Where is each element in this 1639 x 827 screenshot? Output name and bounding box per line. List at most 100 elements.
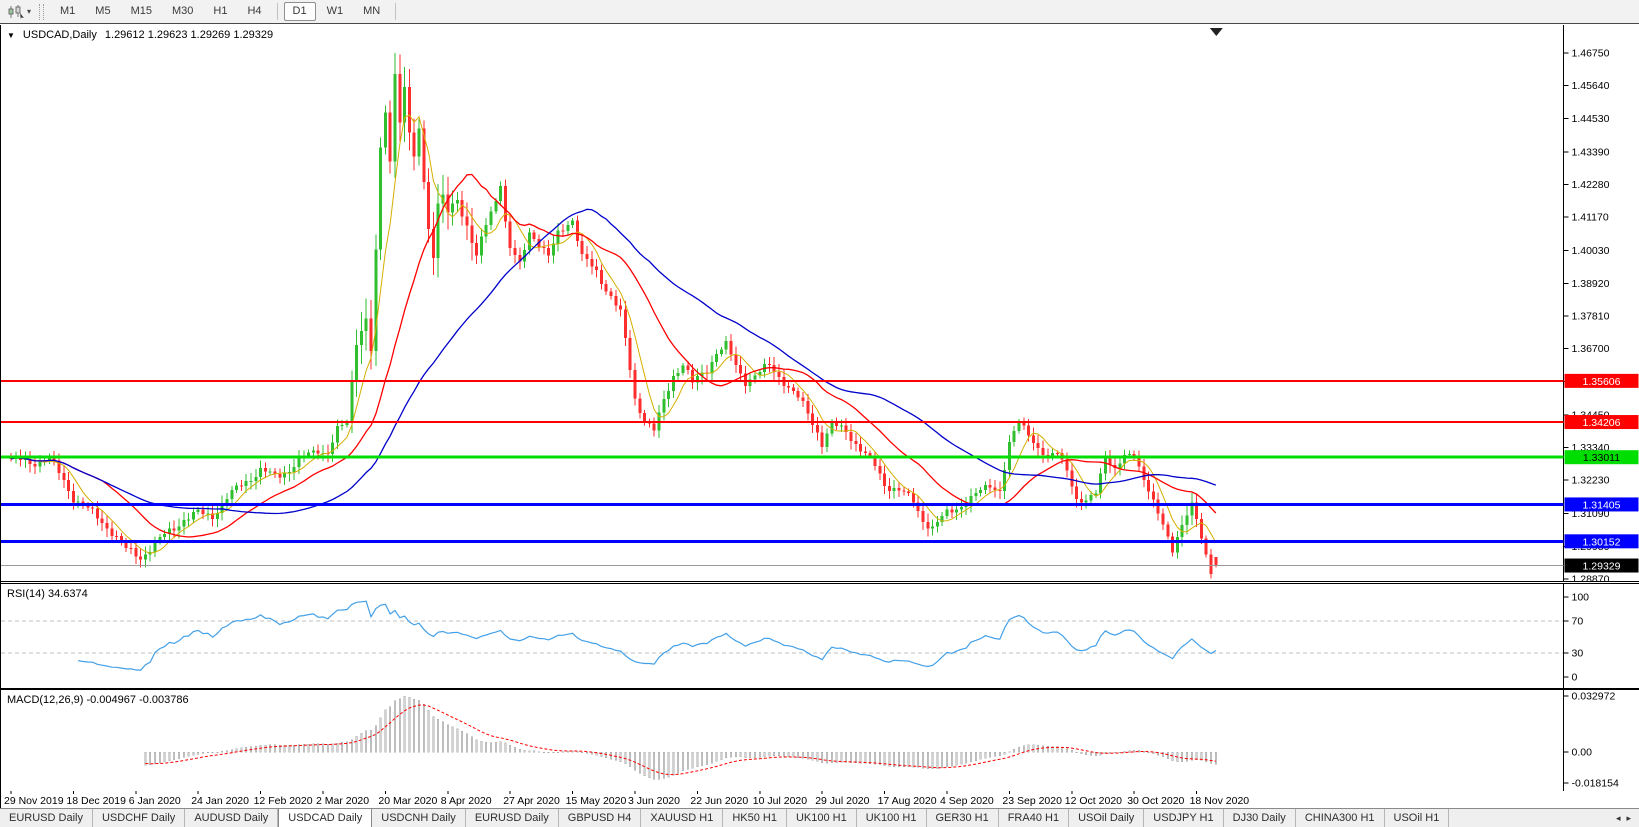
timeframe-group: M1 M5 M15 M30 H1 H4 (50, 2, 272, 21)
tab-2-audusd-daily[interactable]: AUDUSD Daily (185, 809, 279, 827)
tab-1-usdchf-daily[interactable]: USDCHF Daily (93, 809, 186, 827)
svg-text:30: 30 (1572, 648, 1584, 660)
svg-text:1.42280: 1.42280 (1572, 179, 1610, 191)
timeframe-toolbar: ▾ M1 M5 M15 M30 H1 H4 D1 W1 MN (0, 0, 1639, 24)
svg-text:1.41170: 1.41170 (1572, 212, 1609, 224)
svg-text:6 Jan 2020: 6 Jan 2020 (129, 795, 181, 807)
svg-text:1.46750: 1.46750 (1572, 48, 1610, 60)
svg-text:24 Jan 2020: 24 Jan 2020 (191, 795, 249, 807)
chart-title: ▼ USDCAD,Daily 1.29612 1.29623 1.29269 1… (7, 29, 273, 41)
tab-16-china300-h1[interactable]: CHINA300 H1 (1296, 809, 1385, 827)
tab-9-uk100-h1[interactable]: UK100 H1 (787, 809, 857, 827)
chart-stack: ▼ USDCAD,Daily 1.29612 1.29623 1.29269 1… (0, 25, 1639, 808)
svg-text:0.00: 0.00 (1572, 747, 1593, 759)
rsi-label: RSI(14) 34.6374 (7, 588, 88, 600)
period-button-m30[interactable]: M30 (163, 2, 202, 21)
tab-11-ger30-h1[interactable]: GER30 H1 (927, 809, 999, 827)
macd-histogram (144, 696, 1217, 780)
tab-12-fra40-h1[interactable]: FRA40 H1 (999, 809, 1070, 827)
svg-text:23 Sep 2020: 23 Sep 2020 (1002, 795, 1062, 807)
tab-17-usoil-h1[interactable]: USOil H1 (1385, 809, 1450, 827)
svg-text:8 Apr 2020: 8 Apr 2020 (441, 795, 492, 807)
macd-signal-line (145, 704, 1216, 776)
candlestick-chart-icon (8, 4, 24, 19)
svg-text:3 Jun 2020: 3 Jun 2020 (628, 795, 680, 807)
svg-text:27 Apr 2020: 27 Apr 2020 (503, 795, 560, 807)
svg-text:1.43390: 1.43390 (1572, 146, 1610, 158)
tab-3-usdcad-daily[interactable]: USDCAD Daily (278, 809, 373, 827)
chart-shift-marker (1209, 28, 1223, 36)
period-button-mn[interactable]: MN (354, 2, 389, 21)
svg-text:1.45640: 1.45640 (1572, 80, 1610, 92)
svg-text:30 Oct 2020: 30 Oct 2020 (1127, 795, 1184, 807)
tab-8-hk50-h1[interactable]: HK50 H1 (723, 809, 787, 827)
svg-text:1.31405: 1.31405 (1583, 499, 1621, 511)
svg-text:1.33011: 1.33011 (1583, 452, 1620, 464)
period-button-m5[interactable]: M5 (86, 2, 119, 21)
chevron-down-icon: ▾ (27, 6, 32, 16)
svg-text:29 Jul 2020: 29 Jul 2020 (815, 795, 869, 807)
svg-text:18 Dec 2019: 18 Dec 2019 (66, 795, 126, 807)
svg-text:17 Aug 2020: 17 Aug 2020 (878, 795, 937, 807)
svg-text:100: 100 (1572, 592, 1590, 604)
tab-15-dj30-daily[interactable]: DJ30 Daily (1224, 809, 1296, 827)
ma-line-slow (10, 208, 1217, 515)
svg-text:70: 70 (1572, 616, 1584, 628)
svg-text:1.36700: 1.36700 (1572, 343, 1610, 355)
svg-text:1.37810: 1.37810 (1572, 311, 1610, 323)
tab-scroll-left-icon[interactable]: ◂ (1616, 813, 1621, 824)
svg-text:29 Nov 2019: 29 Nov 2019 (4, 795, 64, 807)
tab-10-uk100-h1[interactable]: UK100 H1 (857, 809, 927, 827)
svg-text:1.35606: 1.35606 (1583, 376, 1621, 388)
svg-text:1.28870: 1.28870 (1572, 574, 1610, 581)
svg-text:1.40030: 1.40030 (1572, 245, 1610, 257)
period-button-h4[interactable]: H4 (238, 2, 270, 21)
macd-chart[interactable]: 0.032972 0.00 -0.018154 (1, 690, 1639, 791)
collapse-arrow-icon[interactable]: ▼ (7, 31, 15, 40)
svg-text:1.29329: 1.29329 (1583, 561, 1621, 573)
macd-indicator-panel[interactable]: MACD(12,26,9) -0.004967 -0.003786 0.0329… (1, 689, 1639, 792)
tab-14-usdjpy-h1[interactable]: USDJPY H1 (1144, 809, 1224, 827)
chart-tab-bar: EURUSD Daily USDCHF Daily AUDUSD Daily USDC… (0, 808, 1639, 827)
svg-text:10 Jul 2020: 10 Jul 2020 (753, 795, 807, 807)
mt4-chart-window: ▾ M1 M5 M15 M30 H1 H4 D1 W1 MN ▼ USDCAD,Daily 1… (0, 0, 1639, 827)
candlestick-chart[interactable]: 1.46750 1.45640 1.44530 1.43390 1.42280 1.411… (1, 25, 1639, 581)
tab-0-eurusd-daily[interactable]: EURUSD Daily (0, 809, 93, 827)
svg-text:1.34206: 1.34206 (1583, 417, 1621, 429)
timeframe-group-2: D1 W1 MN (283, 2, 391, 21)
period-button-m1[interactable]: M1 (51, 2, 84, 21)
tab-6-gbpusd-h4[interactable]: GBPUSD H4 (559, 809, 642, 827)
chart-type-button[interactable]: ▾ (3, 3, 35, 21)
svg-text:1.38920: 1.38920 (1572, 278, 1610, 290)
tab-5-eurusd-daily[interactable]: EURUSD Daily (466, 809, 559, 827)
svg-text:4 Sep 2020: 4 Sep 2020 (940, 795, 994, 807)
macd-label: MACD(12,26,9) -0.004967 -0.003786 (7, 694, 189, 706)
tab-13-usoil-daily[interactable]: USOil Daily (1069, 809, 1145, 827)
svg-text:2 Mar 2020: 2 Mar 2020 (316, 795, 369, 807)
svg-text:15 May 2020: 15 May 2020 (566, 795, 627, 807)
toolbar-divider (276, 3, 278, 20)
svg-text:12 Oct 2020: 12 Oct 2020 (1065, 795, 1122, 807)
tab-4-usdcnh-daily[interactable]: USDCNH Daily (372, 809, 466, 827)
chart-ohlc-values: 1.29612 1.29623 1.29269 1.29329 (104, 29, 274, 41)
candles (9, 53, 1218, 579)
period-button-d1[interactable]: D1 (283, 2, 316, 21)
date-axis: 29 Nov 2019 18 Dec 2019 6 Jan 2020 24 Jan 2… (1, 791, 1639, 808)
tab-7-xauusd-h1[interactable]: XAUUSD H1 (641, 809, 724, 827)
rsi-chart[interactable]: 100 70 30 0 (1, 584, 1639, 688)
svg-text:1.44530: 1.44530 (1572, 113, 1610, 125)
tab-scroll-controls: ◂ ▸ (1607, 809, 1639, 827)
svg-text:22 Jun 2020: 22 Jun 2020 (690, 795, 748, 807)
period-button-w1[interactable]: W1 (318, 2, 353, 21)
svg-text:0.032972: 0.032972 (1572, 690, 1616, 702)
horizontal-lines: 1.35606 1.34206 1.33011 1.31405 1.30152 (1, 373, 1639, 549)
tab-scroll-right-icon[interactable]: ▸ (1626, 813, 1631, 824)
period-button-m15[interactable]: M15 (122, 2, 161, 21)
svg-text:1.30152: 1.30152 (1583, 536, 1621, 548)
svg-text:18 Nov 2020: 18 Nov 2020 (1190, 795, 1250, 807)
svg-text:0: 0 (1572, 672, 1578, 684)
svg-text:12 Feb 2020: 12 Feb 2020 (254, 795, 313, 807)
rsi-indicator-panel[interactable]: RSI(14) 34.6374 100 70 30 0 (1, 583, 1639, 689)
price-chart-panel[interactable]: ▼ USDCAD,Daily 1.29612 1.29623 1.29269 1… (1, 25, 1639, 582)
period-button-h1[interactable]: H1 (204, 2, 236, 21)
